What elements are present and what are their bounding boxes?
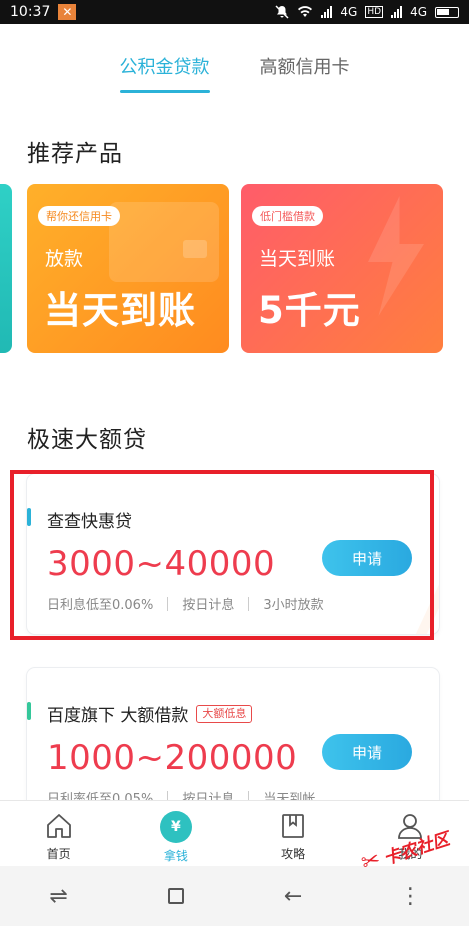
nav-item-guide[interactable]: 攻略	[235, 801, 352, 866]
status-time: 10:37	[10, 4, 51, 20]
nav-label: 首页	[46, 847, 71, 861]
network-type-1: 4G	[340, 5, 358, 19]
battery-icon	[435, 6, 459, 18]
main-content: 推荐产品 帮你还信用卡 放款 当天到账 低门槛借款 当天到账 5千元 极速大额贷…	[0, 96, 469, 800]
loan-card-baidu[interactable]: 百度旗下 大额借款 大额低息 1000~200000 申请 日利率低至0.05%…	[27, 668, 439, 800]
promo-headline: 5千元	[258, 289, 361, 332]
mute-bell-icon	[275, 5, 289, 19]
loan-feature: 当天到帐	[263, 792, 316, 800]
wifi-icon	[298, 6, 313, 18]
nav-label: 攻略	[281, 847, 306, 861]
notification-app-icon: ✕	[58, 4, 77, 20]
tab-high-limit-credit-card[interactable]: 高额信用卡	[260, 53, 350, 93]
loan-amount: 1000~200000	[47, 738, 298, 778]
nav-label: 拿钱	[163, 849, 188, 863]
status-right: 4G HD 4G	[275, 5, 459, 19]
loan-accent-bar	[27, 702, 31, 720]
promo-subtitle: 放款	[45, 248, 84, 270]
status-bar: 10:37 ✕ 4G HD 4G	[0, 0, 469, 24]
back-icon[interactable]: ←	[273, 881, 313, 911]
loan-badge: 大额低息	[196, 704, 253, 723]
fast-loan-section-title: 极速大额贷	[27, 427, 147, 453]
loan-feature: 按日计息	[182, 792, 235, 800]
lightning-decoration-icon	[368, 196, 424, 316]
signal-icon	[321, 6, 333, 18]
card-chip-decoration	[183, 240, 207, 258]
promo-card-peek[interactable]	[0, 184, 12, 353]
home-icon	[44, 811, 74, 841]
loan-name-text: 百度旗下 大额借款	[47, 706, 189, 726]
feature-divider	[248, 790, 250, 800]
nav-item-get-money[interactable]: ¥ 拿钱	[117, 801, 234, 866]
home-button-icon[interactable]	[156, 881, 196, 911]
loan-name: 百度旗下 大额借款 大额低息	[47, 701, 253, 726]
hd-badge: HD	[365, 6, 384, 18]
status-left: 10:37 ✕	[10, 4, 77, 20]
menu-dots-icon[interactable]: ⋮	[390, 881, 430, 911]
tab-housing-fund-loan[interactable]: 公积金贷款	[119, 53, 210, 93]
highlight-annotation-box	[10, 470, 434, 640]
bookmark-icon	[278, 811, 308, 841]
signal-icon-2	[391, 6, 403, 18]
loan-feature: 日利率低至0.05%	[47, 792, 154, 800]
feature-divider	[167, 790, 169, 800]
promo-tag: 低门槛借款	[252, 206, 323, 226]
money-icon: ¥	[159, 811, 192, 843]
recent-apps-icon[interactable]: ⇌	[39, 881, 79, 911]
square-icon	[167, 888, 184, 904]
loan-features: 日利率低至0.05% 按日计息 当天到帐	[47, 788, 315, 800]
promo-tag: 帮你还信用卡	[38, 206, 120, 226]
promo-card-repay-credit[interactable]: 帮你还信用卡 放款 当天到账	[27, 184, 229, 353]
system-nav-bar: ⇌ ← ⋮	[0, 866, 469, 926]
nav-item-home[interactable]: 首页	[0, 801, 117, 866]
recommend-section-title: 推荐产品	[27, 141, 123, 167]
top-tabs: 公积金贷款 高额信用卡	[0, 24, 469, 96]
network-type-2: 4G	[410, 5, 427, 19]
promo-headline: 当天到账	[44, 289, 196, 332]
promo-card-low-threshold[interactable]: 低门槛借款 当天到账 5千元	[241, 184, 443, 353]
apply-button[interactable]: 申请	[322, 734, 412, 770]
promo-subtitle: 当天到账	[259, 248, 336, 270]
